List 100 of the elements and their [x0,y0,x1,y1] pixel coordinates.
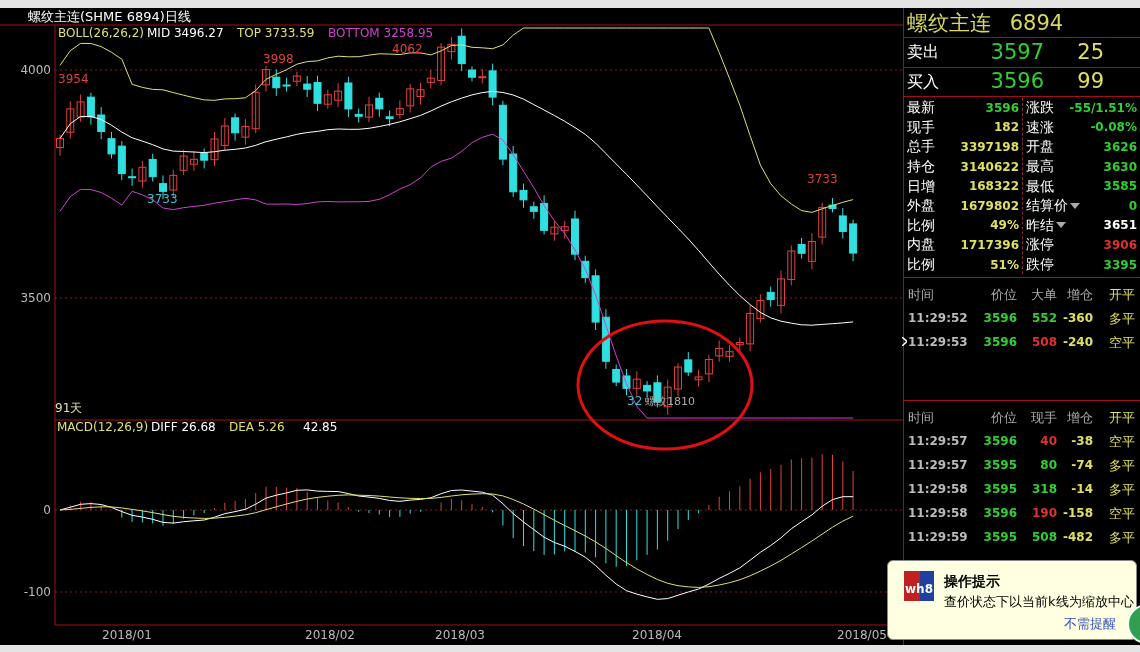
stat-label: 持仓 [907,157,935,177]
stat-value: 49% [990,217,1019,235]
dismiss-link[interactable]: 不需提醒 [1064,613,1116,633]
price-cell-text: 3596 [982,505,1017,523]
candlestick [231,113,240,142]
stat-label: 现手 [907,117,935,137]
change-cell-text: -74 [1070,457,1093,475]
candlestick [416,82,425,106]
axis-label: 4000 [20,63,51,77]
indicator-legend: DIFF 26.68 [151,420,216,434]
candlestick [426,69,435,90]
candlestick [262,65,270,92]
candlestick [76,94,85,123]
price-label: 32 [627,394,643,408]
candlestick [674,362,682,397]
column-header: 增仓 [1066,285,1093,304]
change-cell-text: -38 [1070,433,1093,451]
stat-value: 1679802 [960,197,1019,215]
stat-label: 昨结 [1026,215,1054,235]
column-header: 增仓 [1066,408,1093,427]
candlestick [220,117,229,151]
candlestick [86,92,95,126]
dropdown-icon[interactable] [1056,222,1066,229]
stat-value: 168322 [968,178,1019,196]
stat-label: 涨跌 [1026,98,1054,118]
candlestick [148,153,157,182]
volume-cell-text: 80 [1039,457,1057,475]
chart-title: 螺纹主连(SHME 6894)日线 [28,9,191,24]
stat-value: 3395 [1103,256,1137,274]
volume-cell-text: 508 [1030,334,1057,352]
candlestick [849,219,858,262]
stat-value: 3585 [1103,178,1137,196]
candlestick [529,201,538,220]
change-cell-text: -240 [1061,334,1093,352]
time-cell-text: 11:29:57 [907,457,969,475]
action-cell-text: 空平 [1108,333,1135,352]
change-cell-text: -158 [1061,505,1093,523]
candlestick [189,150,198,172]
volume-cell-text: 508 [1030,529,1057,547]
days-label: 91天 [55,401,83,415]
stat-label: 结算价 [1026,196,1068,216]
instrument-code: 6894 [1009,11,1064,35]
stat-value: 182 [993,119,1019,137]
book-label: 买入 [906,70,940,93]
stat-value: 3626 [1103,139,1137,156]
change-cell-text: -482 [1061,529,1093,547]
time-cell: 11:29:53 [902,333,970,352]
candlestick [560,220,569,240]
price-cell-text: 3595 [982,481,1017,499]
candlestick [715,339,724,363]
candlestick [612,364,621,387]
axis-label: -100 [23,585,51,599]
candlestick [766,286,775,308]
indicator-legend: BOTTOM 3258.95 [328,26,434,40]
price-cell-text: 3596 [982,433,1017,451]
action-cell-text: 多平 [1108,456,1135,475]
column-header: 时间 [908,408,935,427]
column-header: 价位 [990,408,1017,427]
book-label: 卖出 [906,41,940,64]
stat-value: 3630 [1103,158,1137,176]
candlestick [56,134,64,157]
price-label: 4062 [392,42,423,56]
candlestick [406,83,415,114]
price-cell-text: 3596 [982,310,1017,328]
change-cell-text: -14 [1070,481,1093,499]
stat-value: -0.08% [1090,119,1137,137]
candlestick [684,351,693,377]
candlestick [571,210,579,261]
candlestick [395,99,404,120]
column-header: 时间 [908,285,935,304]
time-cell-text: 11:29:52 [907,310,969,328]
time-cell-text: 11:29:57 [907,433,969,451]
popup-title: 操作提示 [944,572,1001,591]
stat-value: -55/1.51% [1069,99,1137,117]
candlestick [468,65,476,82]
candlestick [632,370,641,397]
candlestick [622,368,631,396]
book-price: 3596 [989,68,1044,95]
change-cell-text: -360 [1061,310,1093,328]
indicator-legend: BOLL(26,26,2) [58,26,144,40]
dropdown-icon[interactable] [1070,202,1080,209]
book-volume: 99 [1076,68,1104,95]
volume-cell-text: 552 [1030,310,1057,328]
date-label: 2018/02 [305,628,355,642]
candlestick [601,308,610,370]
price-cell-text: 3596 [982,334,1017,352]
column-header: 开平 [1108,408,1135,427]
stat-label: 内盘 [907,235,935,255]
instrument-name: 螺纹主连 [907,11,991,35]
candlestick [777,270,785,314]
candlestick [179,149,188,176]
indicator-legend: DEA 5.26 [229,420,285,434]
time-cell-text: 11:29:58 [907,481,969,499]
stat-label: 涨停 [1026,235,1054,255]
date-label: 2018/04 [632,628,682,642]
price-cell-text: 3595 [982,457,1017,475]
candlestick [97,106,106,140]
column-header: 现手 [1030,408,1057,427]
column-header: 价位 [990,285,1017,304]
stat-label: 最低 [1026,176,1054,196]
